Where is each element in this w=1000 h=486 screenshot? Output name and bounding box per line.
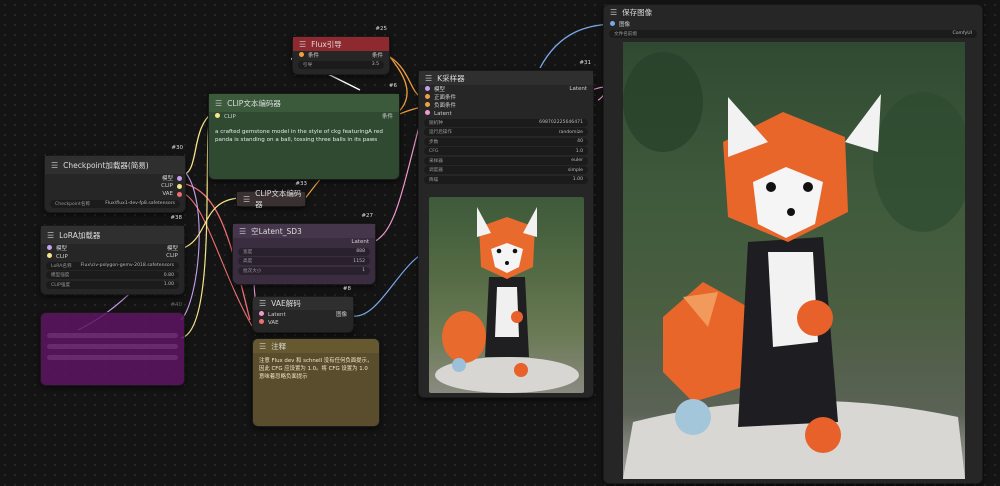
node-title-bar[interactable]: ☰ LoRA加载器 — [41, 226, 184, 244]
input-clip[interactable]: CLIP — [47, 252, 68, 260]
menu-icon[interactable]: ☰ — [259, 299, 266, 308]
clip-text-encode-positive-node[interactable]: #6 ☰ CLIP文本编码器 CLIP 条件 a crafted gemstone … — [208, 83, 400, 180]
input-latent[interactable]: Latent — [419, 109, 593, 117]
preview-image — [429, 197, 584, 393]
empty-latent-node[interactable]: #27 ☰ 空Latent_SD3 Latent 宽度 888 高度 1152 批次大… — [232, 213, 376, 285]
sampler-field[interactable]: 采样器 euler — [424, 156, 588, 165]
menu-icon[interactable]: ☰ — [425, 74, 432, 83]
model-strength-field[interactable]: 模型强度 0.80 — [46, 271, 179, 279]
node-title-bar[interactable]: ☰ CLIP文本编码器 — [237, 189, 305, 209]
bypassed-node[interactable]: #40 — [40, 302, 185, 386]
node-id-badge: #8 — [342, 286, 351, 292]
red-panda-figure — [623, 52, 965, 479]
input-image[interactable]: 图像 — [604, 19, 982, 28]
node-title: 保存图像 — [622, 7, 653, 17]
node-title: 注释 — [271, 341, 287, 351]
faded-field — [47, 333, 178, 338]
note-text[interactable]: 注意 Flux dev 和 schnell 没有任何负面提示，因此 CFG 应设… — [253, 353, 379, 385]
menu-icon[interactable]: ☰ — [47, 231, 54, 240]
node-id-badge: #25 — [375, 26, 387, 32]
denoise-field[interactable]: 降噪 1.00 — [424, 175, 588, 184]
vae-decode-node[interactable]: #8 ☰ VAE解码 Latent 图像 VAE — [252, 286, 354, 333]
node-id-badge: #40 — [170, 302, 182, 308]
output-image — [623, 42, 965, 479]
filename-prefix-field[interactable]: 文件名前缀 ComfyUI — [609, 29, 977, 38]
height-field[interactable]: 高度 1152 — [238, 257, 370, 265]
node-id-badge: #6 — [388, 83, 397, 89]
output-latent[interactable]: Latent — [233, 238, 375, 246]
input-model[interactable]: 模型 — [425, 85, 445, 93]
input-vae[interactable]: VAE — [253, 318, 353, 326]
node-title: CLIP文本编码器 — [255, 189, 302, 209]
ksampler-node[interactable]: #31 ☰ K采样器 模型 Latent 正面条件 负面条件 Latent 随机种 6… — [418, 60, 594, 398]
node-title-bar[interactable]: ☰ CLIP文本编码器 — [209, 94, 399, 112]
node-title-bar[interactable]: ☰ Checkpoint加载器(简易) — [45, 156, 185, 174]
cfg-field[interactable]: CFG 1.0 — [424, 147, 588, 155]
input-latent[interactable]: Latent — [259, 310, 286, 318]
flux-guidance-node[interactable]: #25 ☰ Flux引导 条件 条件 引导 3.5 — [292, 26, 390, 75]
lora-name-field[interactable]: LoRA名称 Flux\civ-polygon-gemv-2018.safeten… — [46, 261, 179, 270]
output-model[interactable]: 模型 — [167, 244, 178, 252]
node-title: CLIP文本编码器 — [227, 98, 281, 108]
output-conditioning[interactable]: 条件 — [372, 51, 383, 59]
node-id-badge: #27 — [361, 213, 373, 219]
red-panda-figure — [435, 207, 579, 393]
checkpoint-loader-node[interactable]: #30 ☰ Checkpoint加载器(简易) 模型 CLIP VAE Check… — [44, 145, 186, 213]
node-id-badge: #38 — [170, 215, 182, 221]
seed-field[interactable]: 随机种 698702225646471 — [424, 118, 588, 127]
menu-icon[interactable]: ☰ — [610, 8, 617, 17]
note-node[interactable]: ☰ 注释 注意 Flux dev 和 schnell 没有任何负面提示，因此 CF… — [252, 338, 380, 427]
node-id-badge: #30 — [171, 145, 183, 151]
checkpoint-name-field[interactable]: Checkpoint名称 Flux\flux1-dev-fp8.safetenso… — [50, 199, 180, 208]
menu-icon[interactable]: ☰ — [299, 40, 306, 49]
clip-strength-field[interactable]: CLIP强度 1.00 — [46, 280, 179, 289]
node-title: VAE解码 — [271, 299, 301, 308]
node-title-bar[interactable]: ☰ Flux引导 — [293, 37, 389, 51]
input-negative[interactable]: 负面条件 — [419, 101, 593, 109]
control-after-generate-field[interactable]: 运行后操作 randomize — [424, 128, 588, 136]
node-title: LoRA加载器 — [59, 230, 101, 240]
node-id-badge: #33 — [295, 181, 307, 187]
output-image[interactable]: 图像 — [336, 310, 347, 318]
node-title: 空Latent_SD3 — [251, 226, 302, 236]
menu-icon[interactable]: ☰ — [259, 342, 266, 351]
output-clip[interactable]: CLIP — [45, 182, 185, 190]
input-clip[interactable]: CLIP — [215, 112, 236, 120]
faded-field — [47, 355, 178, 360]
node-title: Checkpoint加载器(简易) — [63, 160, 149, 170]
faded-field — [47, 344, 178, 349]
clip-text-encode-negative-node[interactable]: #33 ☰ CLIP文本编码器 — [236, 181, 307, 209]
prompt-text[interactable]: a crafted gemstone model in the style of… — [209, 124, 399, 148]
node-title-bar[interactable]: ☰ K采样器 — [419, 71, 593, 85]
input-positive[interactable]: 正面条件 — [419, 93, 593, 101]
node-id-badge: #31 — [579, 60, 591, 66]
menu-icon[interactable]: ☰ — [243, 195, 250, 204]
batch-size-field[interactable]: 批次大小 1 — [238, 266, 370, 275]
menu-icon[interactable]: ☰ — [51, 161, 58, 170]
menu-icon[interactable]: ☰ — [239, 227, 246, 236]
save-image-node[interactable]: ☰ 保存图像 图像 文件名前缀 ComfyUI — [603, 4, 983, 484]
node-title: K采样器 — [437, 73, 465, 83]
output-clip[interactable]: CLIP — [166, 253, 178, 259]
steps-field[interactable]: 步数 40 — [424, 137, 588, 146]
output-conditioning[interactable]: 条件 — [382, 112, 393, 120]
output-latent[interactable]: Latent — [569, 86, 587, 92]
node-title-bar[interactable]: ☰ 注释 — [253, 339, 379, 353]
input-conditioning[interactable]: 条件 — [299, 51, 319, 59]
lora-loader-node[interactable]: #38 ☰ LoRA加载器 模型 模型 CLIP CLIP LoRA名称 Flux\ci… — [40, 215, 185, 295]
input-model[interactable]: 模型 — [47, 244, 67, 252]
node-title-bar[interactable]: ☰ 空Latent_SD3 — [233, 224, 375, 238]
menu-icon[interactable]: ☰ — [215, 99, 222, 108]
output-vae[interactable]: VAE — [45, 190, 185, 198]
node-title-bar[interactable]: ☰ 保存图像 — [604, 5, 982, 19]
node-title-bar[interactable]: ☰ VAE解码 — [253, 297, 353, 310]
width-field[interactable]: 宽度 888 — [238, 247, 370, 256]
output-model[interactable]: 模型 — [45, 174, 185, 182]
node-title: Flux引导 — [311, 39, 342, 49]
guidance-field[interactable]: 引导 3.5 — [298, 60, 384, 69]
scheduler-field[interactable]: 调度器 simple — [424, 166, 588, 174]
